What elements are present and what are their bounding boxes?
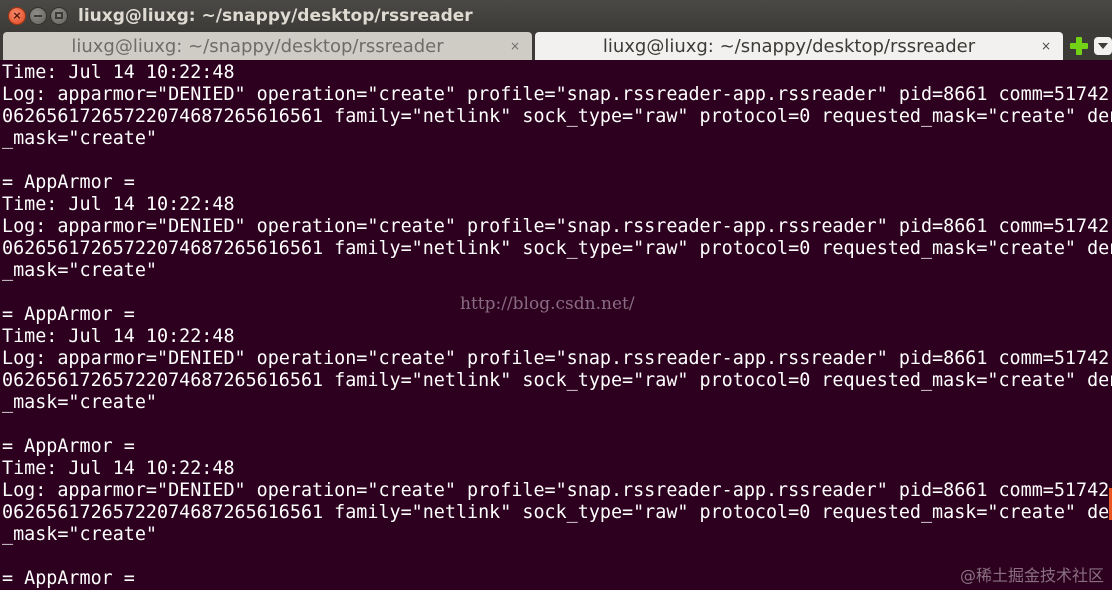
terminal-line: _mask="create" [2,128,158,149]
window-title: liuxg@liuxg: ~/snappy/desktop/rssreader [78,5,473,26]
tab-2[interactable]: liuxg@liuxg: ~/snappy/desktop/rssreader … [535,32,1063,60]
terminal-lines: Time: Jul 14 10:22:48 Log: apparmor="DENI… [0,60,1112,590]
terminal-line: Time: Jul 14 10:22:48 [2,458,235,479]
watermark-url: http://blog.csdn.net/ [460,294,635,314]
tab-close-button[interactable]: × [1041,39,1051,53]
terminal-line: Log: apparmor="DENIED" operation="create… [2,84,1110,105]
terminal-line: Log: apparmor="DENIED" operation="create… [2,480,1110,501]
maximize-icon [55,12,63,19]
terminal-line: 06265617265722074687265616561 family="ne… [2,502,1112,523]
terminal-line: Time: Jul 14 10:22:48 [2,194,235,215]
window-controls: × [8,6,68,25]
terminal-line: _mask="create" [2,524,158,545]
terminal-window: × liuxg@liuxg: ~/snappy/desktop/rssreade… [0,0,1112,590]
terminal-line: Time: Jul 14 10:22:48 [2,326,235,347]
watermark-site: @稀土掘金技术社区 [959,566,1104,585]
tab-bar: liuxg@liuxg: ~/snappy/desktop/rssreader … [0,31,1112,60]
close-window-button[interactable]: × [8,6,26,25]
tab-menu-button[interactable] [1094,37,1112,55]
terminal-line: = AppArmor = [2,172,135,193]
terminal-line: 06265617265722074687265616561 family="ne… [2,106,1112,127]
terminal-output[interactable]: Time: Jul 14 10:22:48 Log: apparmor="DENI… [0,60,1112,590]
minimize-icon [34,14,42,17]
minimize-window-button[interactable] [29,6,47,25]
terminal-line: 06265617265722074687265616561 family="ne… [2,238,1112,259]
terminal-line: Time: Jul 14 10:22:48 [2,62,235,83]
maximize-window-button[interactable] [50,6,68,25]
tab-label: liuxg@liuxg: ~/snappy/desktop/rssreader [602,35,976,57]
tab-label: liuxg@liuxg: ~/snappy/desktop/rssreader [71,35,444,57]
tab-close-button[interactable]: × [510,39,520,53]
terminal-line: _mask="create" [2,392,158,413]
plus-icon[interactable] [1070,37,1088,55]
terminal-line: Log: apparmor="DENIED" operation="create… [2,216,1110,237]
terminal-line: = AppArmor = [2,568,135,589]
title-bar[interactable]: × liuxg@liuxg: ~/snappy/desktop/rssreade… [0,0,1112,31]
terminal-line: Log: apparmor="DENIED" operation="create… [2,348,1110,369]
close-icon: × [12,9,22,22]
tab-1[interactable]: liuxg@liuxg: ~/snappy/desktop/rssreader … [3,32,532,60]
terminal-line: 06265617265722074687265616561 family="ne… [2,370,1112,391]
terminal-line: _mask="create" [2,260,158,281]
terminal-line: = AppArmor = [2,436,135,457]
chevron-down-icon [1098,43,1108,49]
